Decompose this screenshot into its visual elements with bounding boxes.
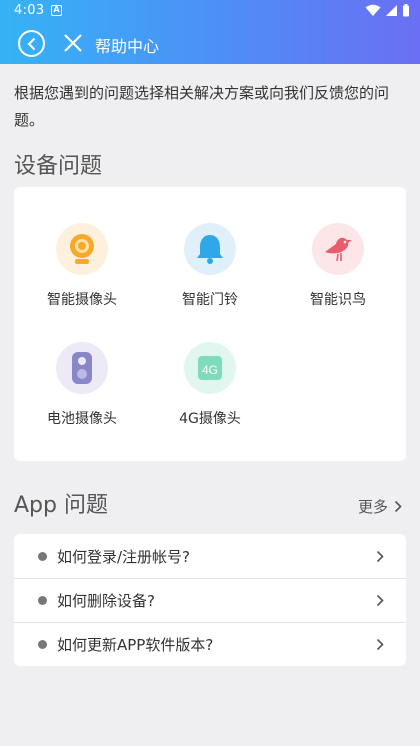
status-time: 4:03	[14, 3, 45, 18]
nav-bar: 帮助中心	[0, 22, 420, 64]
faq-item[interactable]: 如何登录/注册帐号?	[14, 534, 406, 578]
intro-text: 根据您遇到的问题选择相关解决方案或向我们反馈您的问题。	[14, 84, 390, 129]
faq-item[interactable]: 如何删除设备?	[14, 578, 406, 622]
more-button[interactable]: 更多	[358, 496, 402, 517]
device-section-title: 设备问题	[14, 154, 103, 179]
device-label: 4G摄像头	[179, 411, 241, 427]
battery-camera-icon	[56, 342, 108, 394]
page-title: 帮助中心	[95, 37, 160, 56]
status-icons	[365, 4, 410, 17]
device-label: 智能门铃	[182, 292, 238, 308]
device-item-battery-camera[interactable]: 电池摄像头	[17, 342, 147, 428]
camera-icon	[56, 223, 108, 275]
close-button[interactable]	[62, 32, 84, 54]
notification-icon: A	[51, 5, 62, 16]
chevron-right-icon	[376, 638, 384, 651]
signal-icon	[386, 5, 397, 16]
faq-list: 如何登录/注册帐号? 如何删除设备? 如何更新APP软件版本?	[14, 534, 406, 666]
bullet-icon	[38, 640, 47, 649]
device-item-smart-doorbell[interactable]: 智能门铃	[145, 223, 275, 309]
wifi-icon	[365, 4, 381, 16]
close-icon	[64, 34, 82, 52]
device-item-smart-camera[interactable]: 智能摄像头	[17, 223, 147, 309]
device-label: 智能摄像头	[47, 292, 117, 308]
app-section-title: App 问题	[14, 493, 108, 518]
4g-camera-icon: 4G	[184, 342, 236, 394]
bullet-icon	[38, 596, 47, 605]
chevron-right-icon	[376, 594, 384, 607]
chevron-right-icon	[376, 550, 384, 562]
header-bar: 4:03 A 帮助中心	[0, 0, 420, 64]
chevron-right-icon	[394, 500, 402, 513]
faq-label: 如何删除设备?	[57, 592, 155, 610]
bullet-icon	[38, 551, 47, 561]
faq-label: 如何登录/注册帐号?	[57, 547, 191, 566]
faq-label: 如何更新APP软件版本?	[57, 636, 214, 654]
battery-icon	[403, 4, 409, 17]
more-label: 更多	[357, 498, 388, 516]
device-card: 智能摄像头 智能门铃 智能识鸟 电池摄像头 4G 4G摄像头	[14, 187, 406, 461]
svg-text:4G: 4G	[202, 363, 218, 377]
chevron-left-icon	[27, 37, 35, 50]
device-item-4g-camera[interactable]: 4G 4G摄像头	[145, 342, 275, 428]
bird-icon	[312, 223, 364, 275]
device-label: 智能识鸟	[310, 292, 366, 308]
device-item-smart-bird[interactable]: 智能识鸟	[273, 223, 403, 309]
bell-icon	[184, 223, 236, 275]
faq-item[interactable]: 如何更新APP软件版本?	[14, 622, 406, 666]
back-button[interactable]	[18, 30, 45, 57]
device-label: 电池摄像头	[47, 411, 117, 427]
status-bar: 4:03 A	[0, 0, 420, 22]
